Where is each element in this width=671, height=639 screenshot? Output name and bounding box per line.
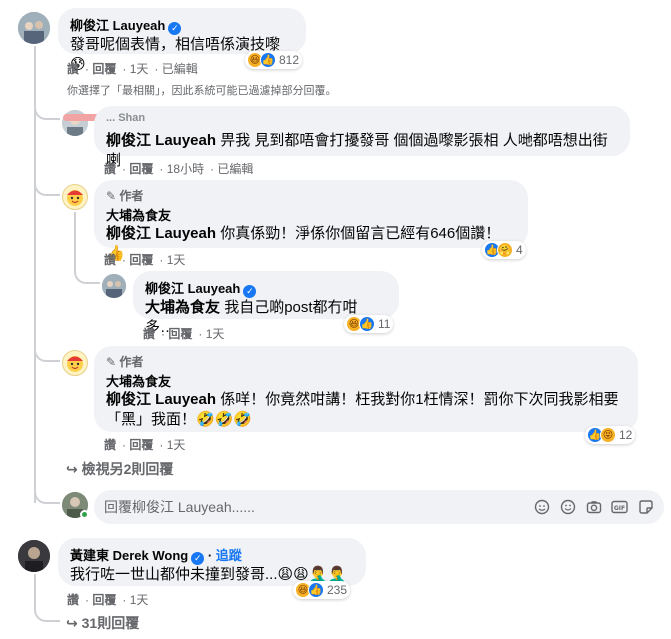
thread-connector [34, 346, 60, 362]
timestamp[interactable]: 18小時 [167, 162, 204, 176]
reaction-count: 812 [279, 53, 300, 67]
comment-actions: 讚 · 回覆 · 1天 [67, 593, 149, 607]
reply-author[interactable]: 大埔為食友 [106, 371, 626, 390]
reply-button[interactable]: 回覆 [129, 162, 153, 176]
care-reaction-icon: 🤗 [497, 242, 513, 258]
reply-actions: 讚 · 回覆 · 1天 [143, 327, 225, 341]
timestamp[interactable]: 1天 [206, 327, 225, 341]
pencil-icon: ✎ [106, 189, 117, 203]
like-button[interactable]: 讚 [104, 162, 116, 176]
reply-text: 柳俊江 Lauyeah 係咩！你竟然咁講！枉我對你1枉情深！罰你下次同我影相要 [106, 391, 619, 408]
reply-button[interactable]: 回覆 [168, 327, 192, 341]
avatar-author-page[interactable] [62, 184, 88, 210]
timestamp[interactable]: 1天 [130, 62, 149, 76]
haha-reaction-icon: 😝 [600, 427, 616, 443]
reply-author[interactable]: 大埔為食友 [106, 205, 516, 224]
avatar-author-page[interactable] [62, 350, 88, 376]
reply-author[interactable]: 柳俊江 Lauyeah ✓ [145, 278, 387, 298]
reply-bubble-nested: 柳俊江 Lauyeah ✓ 大埔為食友 我自己啲post都冇咁多… [133, 271, 399, 336]
view-more-replies[interactable]: ↪ 31則回覆 [66, 613, 139, 633]
reaction-count: 12 [619, 428, 633, 442]
author-badge: ✎ 作者 [106, 355, 144, 369]
emoji-icon[interactable] [559, 499, 576, 516]
mention-tag[interactable]: 柳俊江 Lauyeah [106, 391, 216, 408]
reply-button[interactable]: 回覆 [129, 253, 153, 267]
avatar-lauyeah[interactable] [102, 274, 126, 298]
comment-author[interactable]: 黃建東 Derek Wong ✓ · 追蹤 [70, 545, 354, 565]
follow-button[interactable]: 追蹤 [216, 548, 242, 563]
like-button[interactable]: 讚 [104, 253, 116, 267]
reaction-count: 11 [378, 317, 391, 331]
like-button[interactable]: 讚 [67, 62, 79, 76]
reply-button[interactable]: 回覆 [92, 593, 116, 607]
verified-badge-icon: ✓ [168, 22, 182, 35]
timestamp[interactable]: 1天 [167, 253, 186, 267]
reply-button[interactable]: 回覆 [129, 438, 153, 452]
comment-author[interactable]: 柳俊江 Lauyeah ✓ [70, 15, 294, 35]
reaction-count: 4 [516, 243, 523, 257]
thread-connector [34, 608, 60, 622]
mention-tag[interactable]: 大埔為食友 [145, 299, 220, 316]
comment-actions: 讚 · 回覆 · 1天 · 已編輯 [67, 62, 198, 76]
like-reaction-icon: 👍 [359, 316, 375, 332]
reply-bubble-author: ✎ 作者 大埔為食友 柳俊江 Lauyeah 你真係勁！淨係你個留言已經有646… [94, 180, 528, 262]
filter-notice: 你選擇了「最相關」，因此系統可能已過濾掉部分回覆。 [67, 85, 337, 97]
thread-connector [74, 262, 100, 284]
avatar-sticker-icon[interactable] [533, 499, 550, 516]
reaction-summary[interactable]: 😆 👍 812 [245, 51, 303, 69]
reaction-count: 235 [327, 583, 348, 597]
reply-arrow-icon: ↪ [66, 615, 78, 631]
mention-tag[interactable]: 柳俊江 Lauyeah [106, 225, 216, 242]
composer-tools: GIF [533, 499, 654, 516]
thread-connector [34, 100, 60, 120]
reply-bubble: ... Shan 柳俊江 Lauyeah 畀我 見到都唔會打擾發哥 個個過嚟影張… [94, 106, 630, 169]
comment-bubble-derek: 黃建東 Derek Wong ✓ · 追蹤 我行咗一世山都仲未撞到發哥...😩😩🤦… [58, 538, 366, 586]
thread-connector [34, 486, 60, 504]
mention-tag[interactable]: 柳俊江 Lauyeah [106, 132, 216, 149]
reaction-summary[interactable]: 👍 🤗 4 [482, 241, 526, 259]
like-button[interactable]: 讚 [104, 438, 116, 452]
timestamp[interactable]: 1天 [130, 593, 149, 607]
online-status-dot [80, 510, 89, 519]
avatar-derek-wong[interactable] [18, 540, 50, 572]
like-reaction-icon: 👍 [308, 582, 324, 598]
reply-arrow-icon: ↪ [66, 461, 78, 477]
timestamp[interactable]: 1天 [167, 438, 186, 452]
thread-connector [34, 180, 60, 196]
reply-author[interactable]: ... Shan [106, 113, 618, 125]
reaction-summary[interactable]: 😆 👍 235 [293, 581, 351, 599]
verified-badge-icon: ✓ [243, 285, 257, 298]
reaction-summary[interactable]: 😆 👍 11 [344, 315, 394, 333]
comment-bubble-lauyeah: 柳俊江 Lauyeah ✓ 發哥呢個表情，相信唔係演技嚟😰 [58, 8, 306, 73]
reply-actions: 讚 · 回覆 · 18小時 · 已編輯 [104, 162, 254, 176]
thread-line [34, 574, 36, 610]
avatar-lauyeah[interactable] [18, 12, 50, 44]
like-button[interactable]: 讚 [143, 327, 155, 341]
reply-input[interactable]: 回覆柳俊江 Lauyeah...... GIF [94, 490, 664, 524]
reply-bubble-author: ✎ 作者 大埔為食友 柳俊江 Lauyeah 係咩！你竟然咁講！枉我對你1枉情深… [94, 346, 638, 432]
reply-text-continued: 「黑」我面！🤣🤣🤣 [106, 411, 253, 428]
edited-label[interactable]: 已編輯 [217, 162, 253, 176]
edited-label[interactable]: 已編輯 [162, 62, 198, 76]
like-button[interactable]: 讚 [67, 593, 79, 607]
like-reaction-icon: 👍 [260, 52, 276, 68]
view-more-replies[interactable]: ↪ 檢視另2則回覆 [66, 459, 173, 479]
camera-icon[interactable] [585, 499, 602, 516]
pencil-icon: ✎ [106, 355, 117, 369]
sticker-icon[interactable] [637, 499, 654, 516]
svg-text:GIF: GIF [614, 505, 625, 512]
reply-actions: 讚 · 回覆 · 1天 [104, 253, 186, 267]
author-badge: ✎ 作者 [106, 189, 144, 203]
nested-thread-line [74, 212, 76, 262]
reply-actions: 讚 · 回覆 · 1天 [104, 438, 186, 452]
gif-icon[interactable]: GIF [611, 499, 628, 516]
reply-button[interactable]: 回覆 [92, 62, 116, 76]
reply-input-placeholder: 回覆柳俊江 Lauyeah...... [104, 499, 255, 515]
verified-badge-icon: ✓ [191, 552, 205, 565]
reaction-summary[interactable]: 👍 😝 12 [585, 426, 636, 444]
